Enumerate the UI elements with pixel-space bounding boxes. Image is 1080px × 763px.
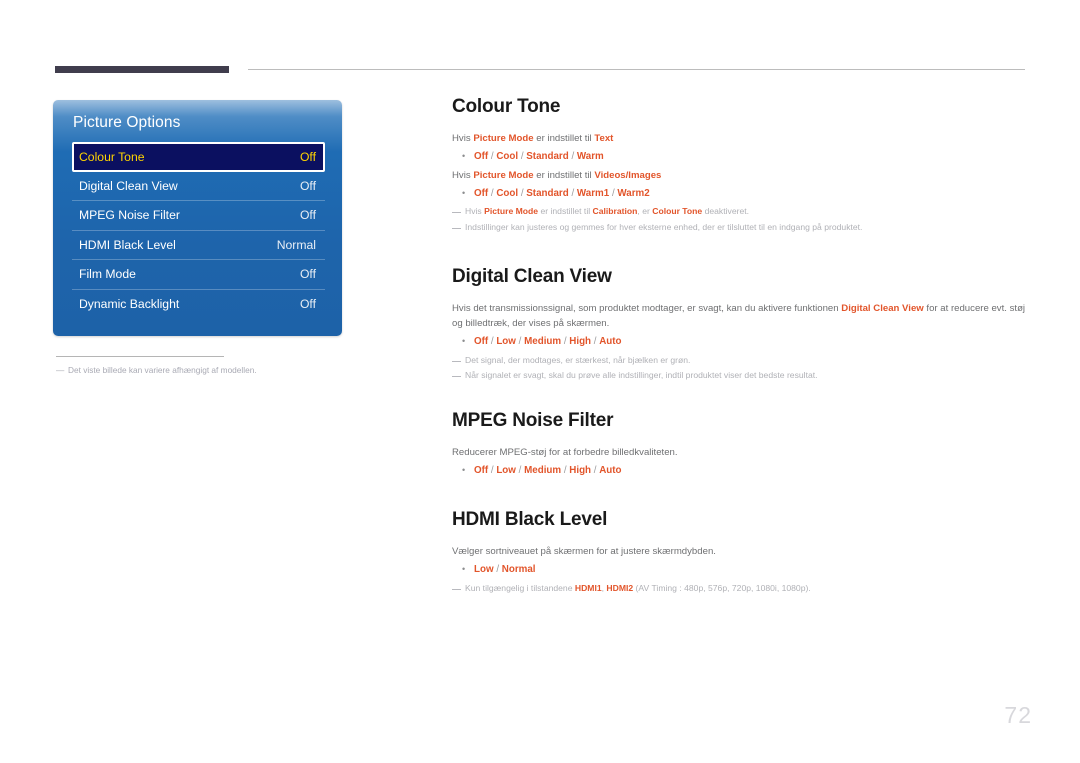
colour-tone-note-1: Hvis Picture Mode er indstillet til Cali… bbox=[452, 205, 1027, 219]
osd-row-label: Film Mode bbox=[79, 267, 136, 282]
header-divider-line bbox=[248, 69, 1025, 70]
bullet-icon: • bbox=[462, 187, 466, 198]
mpeg-noise-filter-description: Reducerer MPEG-støj for at forbedre bill… bbox=[452, 447, 678, 459]
option-list: Off / Low / Medium / High / Auto bbox=[474, 336, 622, 347]
osd-row-label: Colour Tone bbox=[79, 149, 145, 164]
hdmi-black-level-description: Vælger sortniveauet på skærmen for at ju… bbox=[452, 546, 716, 558]
t: er indstillet til bbox=[533, 133, 595, 144]
term-text: Text bbox=[594, 133, 614, 144]
note-dash-icon bbox=[452, 360, 461, 362]
term-calibration: Calibration bbox=[592, 206, 638, 217]
section-hdmi-black-level: HDMI Black Level Vælger sortniveauet på … bbox=[452, 509, 1027, 595]
osd-row-value: Off bbox=[299, 178, 316, 193]
note-text: Hvis Picture Mode er indstillet til Cali… bbox=[465, 205, 749, 219]
digital-clean-view-description: Hvis det transmissionssignal, som produk… bbox=[452, 301, 1027, 332]
osd-menu-title: Picture Options bbox=[73, 114, 181, 131]
term-videos-images: Videos/Images bbox=[594, 170, 662, 182]
term-picture-mode: Picture Mode bbox=[473, 133, 534, 144]
note-text: Når signalet er svagt, skal du prøve all… bbox=[465, 370, 818, 381]
hdmi-black-level-note: Kun tilgængelig i tilstandene HDMI1, HDM… bbox=[452, 582, 1027, 596]
osd-row-mpeg-noise-filter[interactable]: MPEG Noise Filter Off bbox=[72, 201, 325, 231]
header-accent-bar bbox=[55, 66, 229, 73]
osd-row-value: Off bbox=[299, 267, 316, 282]
osd-menu-list: Colour Tone Off Digital Clean View Off M… bbox=[72, 142, 325, 319]
bullet-icon: • bbox=[462, 336, 466, 346]
osd-row-value: Off bbox=[299, 149, 316, 164]
hdmi-black-level-options: • Low / Normal bbox=[452, 563, 1027, 578]
osd-row-colour-tone[interactable]: Colour Tone Off bbox=[72, 142, 325, 172]
section-heading: HDMI Black Level bbox=[452, 509, 608, 531]
digital-clean-view-note-2: Når signalet er svagt, skal du prøve all… bbox=[452, 369, 1027, 383]
t: Hvis bbox=[452, 170, 474, 182]
osd-row-label: HDMI Black Level bbox=[79, 237, 176, 252]
term-colour-tone: Colour Tone bbox=[652, 206, 703, 217]
bullet-icon: • bbox=[462, 464, 466, 475]
colour-tone-note-2: Indstillinger kan justeres og gemmes for… bbox=[452, 221, 1027, 235]
page-number: 72 bbox=[1004, 702, 1032, 728]
colour-tone-options-videos: • Off / Cool / Standard / Warm1 / Warm2 bbox=[452, 187, 1027, 202]
osd-menu-panel: Picture Options Colour Tone Off Digital … bbox=[53, 100, 342, 336]
note-dash-icon bbox=[452, 228, 461, 230]
term-hdmi2: HDMI2 bbox=[606, 582, 634, 593]
manual-page: Picture Options Colour Tone Off Digital … bbox=[0, 0, 1080, 763]
note-text: Det signal, der modtages, er stærkest, n… bbox=[465, 354, 691, 365]
term-picture-mode: Picture Mode bbox=[484, 206, 539, 217]
t: Hvis bbox=[465, 206, 485, 217]
t: er indstillet til bbox=[533, 170, 595, 182]
osd-footnote-text: Det viste billede kan variere afhængigt … bbox=[68, 365, 257, 375]
option-list: Low / Normal bbox=[474, 563, 536, 575]
colour-tone-text-mode: Hvis Picture Mode er indstillet til Text bbox=[452, 131, 1027, 147]
t: Kun tilgængelig i tilstandene bbox=[465, 582, 575, 593]
t: deaktiveret. bbox=[702, 206, 750, 217]
t: Hvis bbox=[452, 133, 474, 144]
mpeg-noise-filter-options: • Off / Low / Medium / High / Auto bbox=[452, 464, 1027, 479]
term-hdmi1: HDMI1 bbox=[574, 582, 602, 593]
section-heading: Colour Tone bbox=[452, 96, 561, 117]
section-digital-clean-view: Digital Clean View Hvis det transmission… bbox=[452, 266, 1027, 383]
note-dash-icon bbox=[452, 376, 461, 378]
osd-row-dynamic-backlight[interactable]: Dynamic Backlight Off bbox=[72, 290, 325, 320]
colour-tone-options-text: • Off / Cool / Standard / Warm bbox=[452, 150, 1027, 165]
osd-row-hdmi-black-level[interactable]: HDMI Black Level Normal bbox=[72, 231, 325, 260]
colour-tone-text-videos: Hvis Picture Mode er indstillet til Vide… bbox=[452, 168, 1027, 184]
note-text: Kun tilgængelig i tilstandene HDMI1, HDM… bbox=[465, 582, 811, 596]
t: er indstillet til bbox=[538, 206, 593, 217]
osd-row-film-mode[interactable]: Film Mode Off bbox=[72, 260, 325, 290]
option-list: Off / Low / Medium / High / Auto bbox=[474, 464, 622, 476]
osd-row-value: Off bbox=[299, 208, 316, 223]
t: (AV Timing : 480p, 576p, 720p, 1080i, 10… bbox=[633, 582, 811, 593]
osd-row-label: MPEG Noise Filter bbox=[79, 208, 180, 223]
footnote-rule bbox=[56, 356, 224, 357]
t: Hvis det transmissionssignal, som produk… bbox=[452, 302, 842, 314]
option-list: Off / Cool / Standard / Warm1 / Warm2 bbox=[474, 187, 650, 199]
osd-row-value: Off bbox=[299, 297, 316, 312]
bullet-icon: • bbox=[462, 150, 466, 161]
section-colour-tone: Colour Tone Hvis Picture Mode er indstil… bbox=[452, 96, 1027, 235]
section-mpeg-noise-filter: MPEG Noise Filter Reducerer MPEG-støj fo… bbox=[452, 410, 1027, 478]
osd-row-value: Normal bbox=[276, 237, 316, 252]
term-digital-clean-view: Digital Clean View bbox=[841, 302, 924, 314]
digital-clean-view-options: • Off / Low / Medium / High / Auto bbox=[452, 335, 1027, 350]
document-body: Colour Tone Hvis Picture Mode er indstil… bbox=[452, 96, 1027, 595]
osd-row-digital-clean-view[interactable]: Digital Clean View Off bbox=[72, 172, 325, 201]
option-list: Off / Cool / Standard / Warm bbox=[474, 150, 604, 162]
note-dash-icon bbox=[452, 588, 461, 590]
note-text: Indstillinger kan justeres og gemmes for… bbox=[465, 222, 863, 233]
section-heading: Digital Clean View bbox=[452, 265, 612, 287]
t: , er bbox=[637, 206, 653, 217]
term-picture-mode: Picture Mode bbox=[473, 170, 534, 182]
section-heading: MPEG Noise Filter bbox=[452, 410, 614, 432]
note-dash-icon bbox=[452, 212, 461, 214]
osd-row-label: Digital Clean View bbox=[79, 178, 178, 193]
digital-clean-view-note-1: Det signal, der modtages, er stærkest, n… bbox=[452, 354, 1027, 368]
bullet-icon: • bbox=[462, 563, 466, 574]
osd-footnote: — Det viste billede kan variere afhængig… bbox=[56, 364, 346, 376]
osd-row-label: Dynamic Backlight bbox=[79, 297, 180, 312]
dash-icon: — bbox=[56, 365, 65, 375]
